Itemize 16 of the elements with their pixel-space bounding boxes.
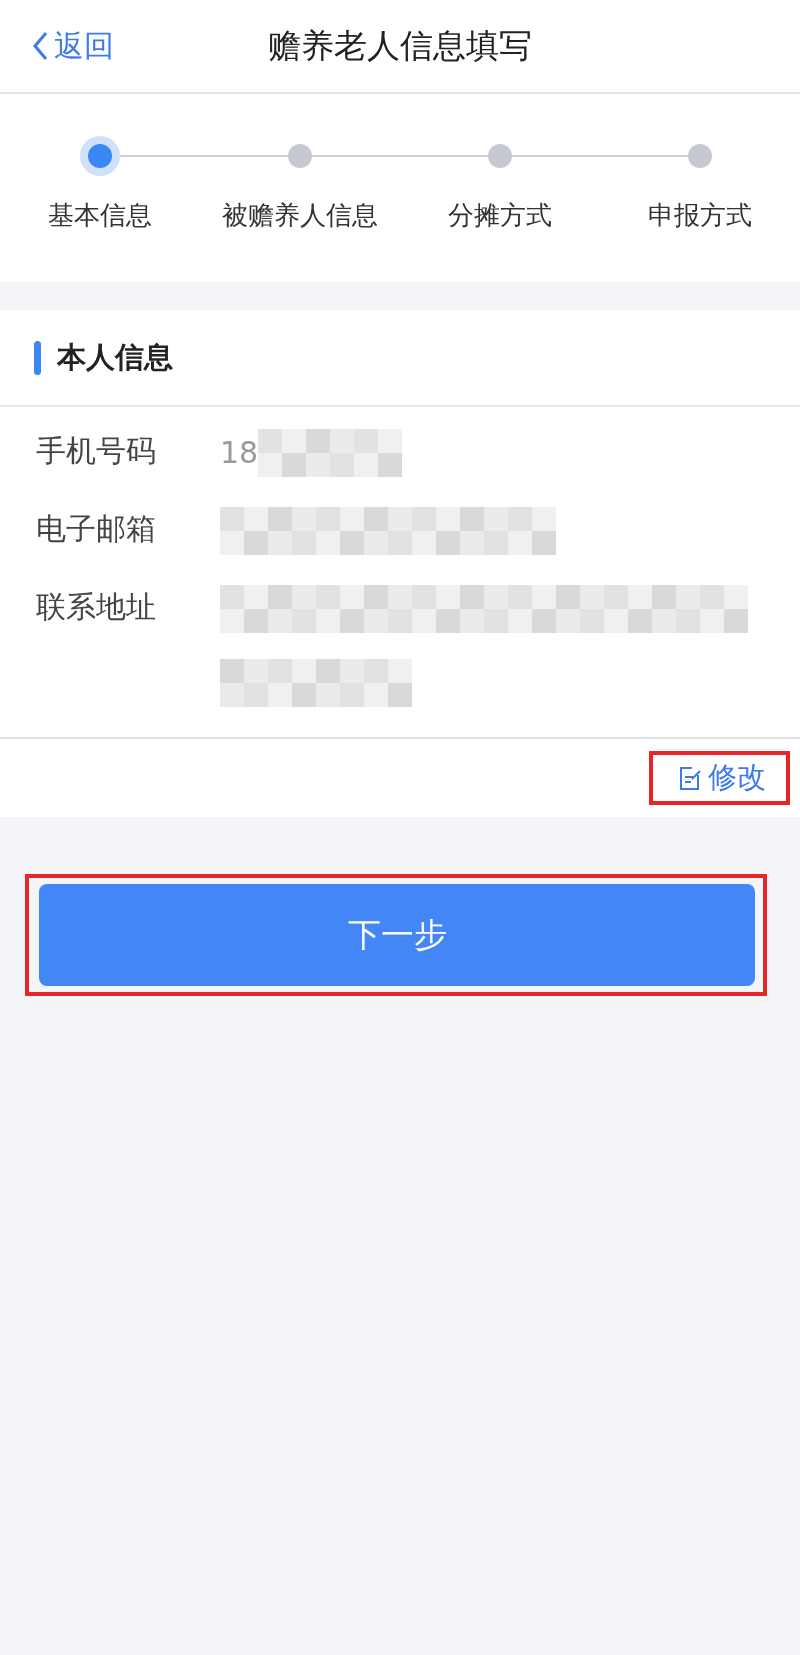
field-label: 电子邮箱 [36, 510, 157, 548]
chevron-left-icon [32, 31, 48, 61]
field-label: 手机号码 [36, 432, 157, 470]
edit-icon [678, 765, 702, 791]
step-label: 基本信息 [48, 199, 152, 232]
field-label: 联系地址 [36, 588, 157, 626]
accent-bar [34, 340, 41, 375]
step-label: 被赡养人信息 [222, 199, 378, 232]
page-title: 赡养老人信息填写 [268, 25, 532, 65]
field-value: 18 [220, 434, 259, 472]
step-label: 分摊方式 [448, 199, 552, 232]
section-title: 本人信息 [57, 338, 173, 376]
step-label: 申报方式 [648, 199, 752, 232]
edit-link[interactable]: 修改 [678, 758, 766, 798]
back-link[interactable]: 返回 [32, 25, 114, 67]
next-step-button[interactable]: 下一步 [39, 884, 755, 986]
